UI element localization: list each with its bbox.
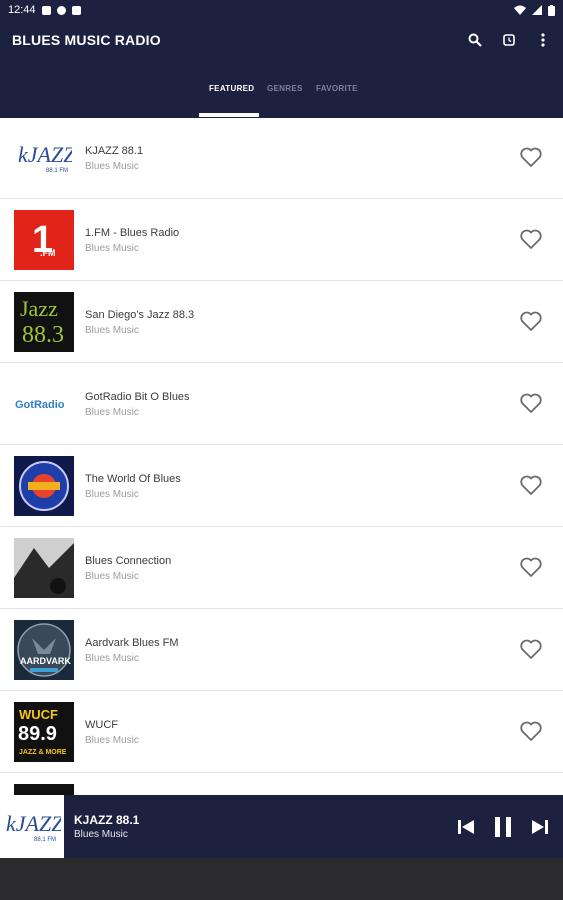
pause-button[interactable]	[491, 815, 515, 839]
favorite-button[interactable]	[519, 474, 545, 498]
gotradio-logo: GotRadio	[14, 374, 74, 434]
station-name: 1.FM - Blues Radio	[85, 227, 180, 239]
station-name: WUCF	[85, 719, 118, 731]
mail-icon	[41, 5, 51, 15]
station-genre: Blues Music	[85, 653, 139, 664]
tab-featured[interactable]: FEATURED	[209, 84, 254, 93]
app-bar: BLUES MUSIC RADIO	[0, 20, 563, 60]
aardvark-logo: AARDVARK	[14, 620, 74, 680]
heart-outline-icon	[520, 475, 542, 495]
tab-bar: FEATURED GENRES FAVORITE	[0, 60, 563, 118]
notification-icon	[56, 5, 66, 15]
tab-genres[interactable]: GENRES	[267, 84, 303, 93]
station-genre: Blues Music	[85, 243, 139, 254]
svg-text:88.1 FM: 88.1 FM	[46, 168, 68, 174]
station-list[interactable]: kJAZZ 88.1 FM KJAZZ 88.1 Blues Music 1 .…	[0, 118, 563, 795]
svg-text:Jazz: Jazz	[20, 296, 58, 321]
favorite-button[interactable]	[519, 392, 545, 416]
station-row[interactable]: WUCF 89.9 JAZZ & MORE WUCF Blues Music	[0, 692, 563, 773]
favorite-button[interactable]	[519, 720, 545, 744]
favorite-button[interactable]	[519, 146, 545, 170]
wucf-logo: WUCF 89.9 JAZZ & MORE	[14, 702, 74, 762]
search-button[interactable]	[467, 32, 483, 48]
status-bar: 12:44	[0, 0, 563, 20]
battery-icon	[548, 4, 555, 16]
station-row[interactable]: GotRadio GotRadio Bit O Blues Blues Musi…	[0, 364, 563, 445]
blues-connection-logo	[14, 538, 74, 598]
svg-text:88.1 FM: 88.1 FM	[34, 837, 56, 843]
station-logo	[14, 784, 74, 795]
favorite-button[interactable]	[519, 310, 545, 334]
svg-text:89.9: 89.9	[18, 723, 57, 745]
heart-outline-icon	[520, 393, 542, 413]
heart-outline-icon	[520, 721, 542, 741]
station-row[interactable]: 1 .FM 1.FM - Blues Radio Blues Music	[0, 200, 563, 281]
station-row[interactable]	[0, 774, 563, 795]
favorite-button[interactable]	[519, 638, 545, 662]
station-genre: Blues Music	[85, 161, 139, 172]
station-row[interactable]: Jazz 88.3 San Diego's Jazz 88.3 Blues Mu…	[0, 282, 563, 363]
tab-favorite[interactable]: FAVORITE	[316, 84, 358, 93]
station-genre: Blues Music	[85, 407, 139, 418]
kjazz-logo: kJAZZ 88.1 FM	[14, 128, 74, 188]
now-playing-bar[interactable]: kJAZZ 88.1 FM KJAZZ 88.1 Blues Music	[0, 795, 563, 858]
station-row[interactable]: The World Of Blues Blues Music	[0, 446, 563, 527]
pause-icon	[495, 817, 511, 837]
svg-text:.FM: .FM	[40, 248, 56, 258]
signal-icon	[532, 5, 542, 15]
svg-text:WUCF: WUCF	[19, 707, 58, 722]
system-navigation-bar	[0, 858, 563, 900]
heart-outline-icon	[520, 639, 542, 659]
now-playing-logo: kJAZZ 88.1 FM	[0, 795, 64, 858]
station-row[interactable]: AARDVARK Aardvark Blues FM Blues Music	[0, 610, 563, 691]
station-genre: Blues Music	[85, 571, 139, 582]
station-row[interactable]: kJAZZ 88.1 FM KJAZZ 88.1 Blues Music	[0, 118, 563, 199]
favorite-button[interactable]	[519, 228, 545, 252]
app-title: BLUES MUSIC RADIO	[12, 32, 161, 48]
sd-card-icon	[71, 5, 81, 15]
station-genre: Blues Music	[85, 325, 139, 336]
svg-text:GotRadio: GotRadio	[15, 399, 65, 411]
heart-outline-icon	[520, 311, 542, 331]
timer-button[interactable]	[501, 32, 517, 48]
now-playing-genre: Blues Music	[74, 829, 128, 840]
world-of-blues-logo	[14, 456, 74, 516]
station-genre: Blues Music	[85, 735, 139, 746]
status-time: 12:44	[8, 4, 36, 16]
station-name: GotRadio Bit O Blues	[85, 391, 190, 403]
search-icon	[468, 33, 482, 47]
heart-outline-icon	[520, 147, 542, 167]
svg-text:JAZZ & MORE: JAZZ & MORE	[19, 749, 67, 756]
onefm-logo: 1 .FM	[14, 210, 74, 270]
station-genre: Blues Music	[85, 489, 139, 500]
next-button[interactable]	[528, 815, 552, 839]
timer-icon	[503, 34, 515, 46]
tab-indicator	[199, 113, 259, 117]
more-vert-icon	[541, 33, 545, 47]
station-name: KJAZZ 88.1	[85, 145, 144, 157]
skip-previous-icon	[458, 820, 474, 834]
now-playing-station: KJAZZ 88.1	[74, 813, 140, 827]
station-name: The World Of Blues	[85, 473, 181, 485]
station-name: Blues Connection	[85, 555, 172, 567]
skip-next-icon	[532, 820, 548, 834]
svg-text:AARDVARK: AARDVARK	[20, 656, 71, 666]
station-row[interactable]: Blues Connection Blues Music	[0, 528, 563, 609]
previous-button[interactable]	[454, 815, 478, 839]
svg-text:88.3: 88.3	[22, 322, 64, 348]
svg-text:kJAZZ: kJAZZ	[18, 142, 72, 167]
favorite-button[interactable]	[519, 556, 545, 580]
station-name: Aardvark Blues FM	[85, 637, 179, 649]
heart-outline-icon	[520, 229, 542, 249]
jazz883-logo: Jazz 88.3	[14, 292, 74, 352]
svg-text:kJAZZ: kJAZZ	[6, 811, 61, 836]
wifi-icon	[514, 5, 526, 15]
station-name: San Diego's Jazz 88.3	[85, 309, 195, 321]
more-options-button[interactable]	[535, 32, 551, 48]
heart-outline-icon	[520, 557, 542, 577]
